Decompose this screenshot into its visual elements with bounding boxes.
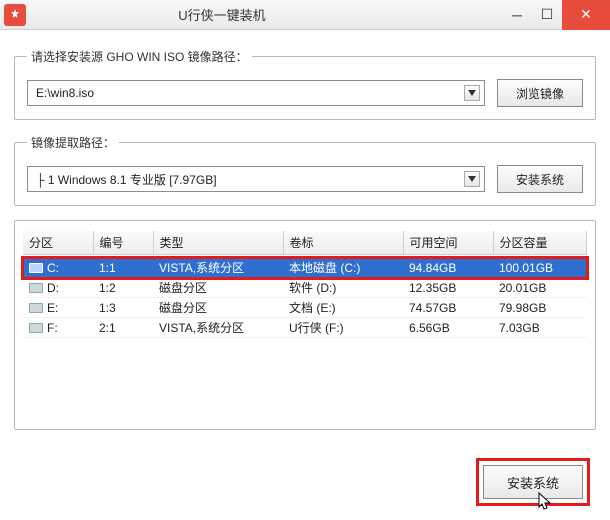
install-button-bottom[interactable]: 安装系统 [483, 465, 583, 499]
window-title: U行侠一键装机 [0, 5, 502, 24]
disk-icon [29, 323, 43, 333]
cell: 6.56GB [403, 318, 493, 338]
cell: 94.84GB [403, 258, 493, 278]
partition-table: 分区 编号 类型 卷标 可用空间 分区容量 C:1:1VISTA,系统分区本地磁… [23, 231, 587, 338]
cell: U行侠 (F:) [283, 318, 403, 338]
disk-icon [29, 283, 43, 293]
cell: VISTA,系统分区 [153, 318, 283, 338]
cell: 文档 (E:) [283, 298, 403, 318]
col-label[interactable]: 卷标 [283, 231, 403, 255]
partition-panel: 分区 编号 类型 卷标 可用空间 分区容量 C:1:1VISTA,系统分区本地磁… [14, 220, 596, 430]
table-body: C:1:1VISTA,系统分区本地磁盘 (C:)94.84GB100.01GBD… [23, 255, 587, 338]
image-select-value: ├ 1 Windows 8.1 专业版 [7.97GB] [36, 171, 217, 188]
extract-legend: 镜像提取路径： [27, 134, 119, 151]
image-select[interactable]: ├ 1 Windows 8.1 专业版 [7.97GB] [27, 166, 485, 192]
install-button-top[interactable]: 安装系统 [497, 165, 583, 193]
cell: 100.01GB [493, 258, 587, 278]
cell: C: [23, 258, 93, 278]
disk-icon [29, 303, 43, 313]
col-free[interactable]: 可用空间 [403, 231, 493, 255]
table-row[interactable]: D:1:2磁盘分区软件 (D:)12.35GB20.01GB [23, 278, 587, 298]
source-path-select[interactable]: E:\win8.iso [27, 80, 485, 106]
highlight-box: 安装系统 [476, 458, 590, 506]
col-drive[interactable]: 分区 [23, 231, 93, 255]
cell: D: [23, 278, 93, 298]
maximize-button[interactable]: ☐ [532, 0, 562, 30]
cell: 磁盘分区 [153, 278, 283, 298]
chevron-down-icon [464, 171, 480, 187]
minimize-button[interactable]: ─ [502, 0, 532, 30]
cell: 79.98GB [493, 298, 587, 318]
close-button[interactable]: ✕ [562, 0, 610, 30]
cell: 1:3 [93, 298, 153, 318]
extract-group: 镜像提取路径： ├ 1 Windows 8.1 专业版 [7.97GB] 安装系… [14, 134, 596, 206]
cell: E: [23, 298, 93, 318]
cell: VISTA,系统分区 [153, 258, 283, 278]
source-path-value: E:\win8.iso [36, 86, 94, 100]
table-header: 分区 编号 类型 卷标 可用空间 分区容量 [23, 231, 587, 255]
window-controls: ─ ☐ ✕ [502, 0, 610, 30]
cell: 磁盘分区 [153, 298, 283, 318]
cell: 7.03GB [493, 318, 587, 338]
cell: 1:1 [93, 258, 153, 278]
cell: F: [23, 318, 93, 338]
footer: 安装系统 [14, 458, 596, 506]
source-group: 请选择安装源 GHO WIN ISO 镜像路径： E:\win8.iso 浏览镜… [14, 48, 596, 120]
col-type[interactable]: 类型 [153, 231, 283, 255]
col-total[interactable]: 分区容量 [493, 231, 587, 255]
cell: 本地磁盘 (C:) [283, 258, 403, 278]
chevron-down-icon [464, 85, 480, 101]
cell: 1:2 [93, 278, 153, 298]
cell: 20.01GB [493, 278, 587, 298]
cell: 软件 (D:) [283, 278, 403, 298]
content-area: 请选择安装源 GHO WIN ISO 镜像路径： E:\win8.iso 浏览镜… [0, 30, 610, 520]
table-row[interactable]: E:1:3磁盘分区文档 (E:)74.57GB79.98GB [23, 298, 587, 318]
cell: 2:1 [93, 318, 153, 338]
source-legend: 请选择安装源 GHO WIN ISO 镜像路径： [27, 48, 252, 65]
cell: 74.57GB [403, 298, 493, 318]
cell: 12.35GB [403, 278, 493, 298]
titlebar: U行侠一键装机 ─ ☐ ✕ [0, 0, 610, 30]
table-row[interactable]: C:1:1VISTA,系统分区本地磁盘 (C:)94.84GB100.01GB [23, 258, 587, 278]
col-num[interactable]: 编号 [93, 231, 153, 255]
disk-icon [29, 263, 43, 273]
table-row[interactable]: F:2:1VISTA,系统分区U行侠 (F:)6.56GB7.03GB [23, 318, 587, 338]
browse-button[interactable]: 浏览镜像 [497, 79, 583, 107]
